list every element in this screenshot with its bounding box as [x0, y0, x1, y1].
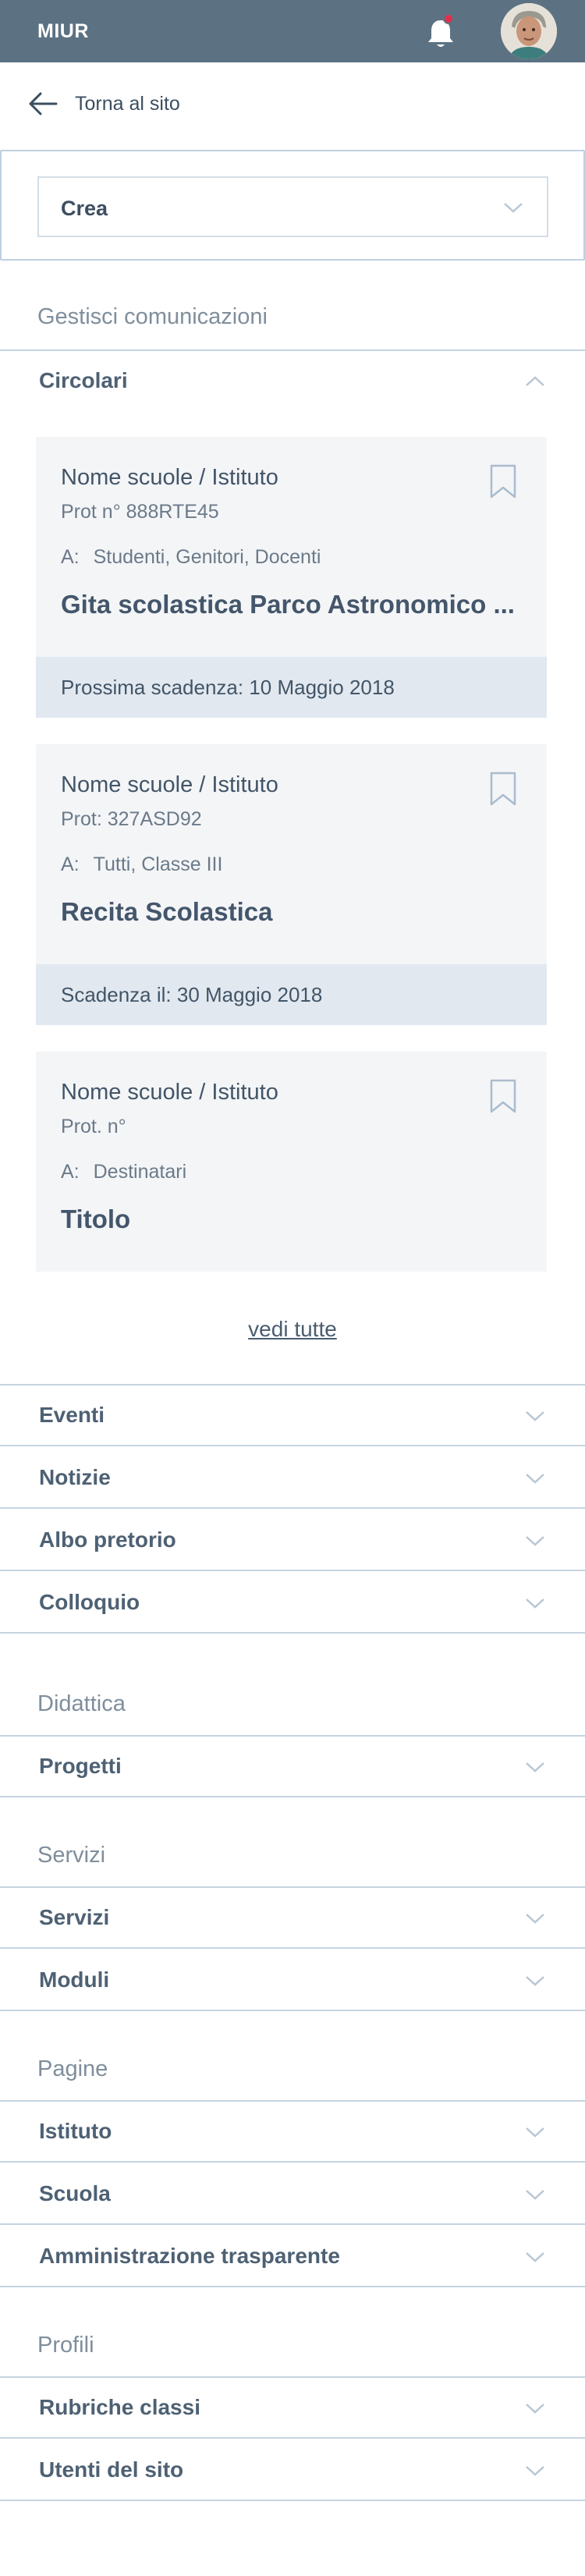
card-prot: Prot n° 888RTE45: [61, 501, 219, 523]
accordion-istituto[interactable]: Istituto: [0, 2102, 585, 2163]
recipients-list: Destinatari: [93, 1161, 187, 1183]
back-link-label: Torna al sito: [75, 93, 180, 115]
create-panel: Crea: [0, 150, 585, 261]
chevron-up-icon: [526, 376, 544, 386]
accordion-rubriche-classi[interactable]: Rubriche classi: [0, 2378, 585, 2439]
accordion-utenti-del-sito[interactable]: Utenti del sito: [0, 2440, 585, 2501]
card-recipients: A: Studenti, Genitori, Docenti: [61, 546, 321, 569]
accordion-label: Rubriche classi: [39, 2395, 200, 2419]
notification-dot: [443, 13, 454, 24]
card-deadline: Prossima scadenza: 10 Maggio 2018: [36, 657, 547, 718]
card-school: Nome scuole / Istituto: [61, 465, 278, 490]
accordion-label: Moduli: [39, 1967, 110, 1992]
chevron-down-icon: [526, 2190, 544, 2200]
recipients-prefix: A:: [61, 546, 80, 568]
circular-card[interactable]: Nome scuole / Istituto Prot. n° A: Destin…: [36, 1052, 547, 1272]
accordion-colloquio[interactable]: Colloquio: [0, 1573, 585, 1634]
card-prot: Prot: 327ASD92: [61, 808, 202, 830]
brand-logo[interactable]: MIUR: [37, 20, 89, 43]
recipients-prefix: A:: [61, 1161, 80, 1183]
deadline-text: Scadenza il: 30 Maggio 2018: [61, 983, 323, 1006]
accordion-label: Albo pretorio: [39, 1528, 176, 1552]
chevron-down-icon: [526, 2127, 544, 2138]
section-heading-didattica: Didattica: [37, 1691, 126, 1716]
card-recipients: A: Tutti, Classe III: [61, 853, 222, 876]
accordion-label: Istituto: [39, 2119, 112, 2143]
section-heading-servizi: Servizi: [37, 1843, 106, 1868]
card-title: Recita Scolastica: [61, 897, 273, 926]
chevron-down-icon: [526, 2404, 544, 2414]
accordion-label: Eventi: [39, 1403, 105, 1427]
accordion-albo-pretorio[interactable]: Albo pretorio: [0, 1510, 585, 1571]
section-heading-profili: Profili: [37, 2333, 94, 2358]
chevron-down-icon: [526, 1598, 544, 1609]
chevron-down-icon: [526, 2252, 544, 2262]
bookmark-icon[interactable]: [489, 1078, 517, 1114]
chevron-down-icon: [526, 1914, 544, 1924]
top-bar: MIUR: [0, 0, 585, 62]
chevron-down-icon: [504, 203, 523, 213]
accordion-amministrazione-trasparente[interactable]: Amministrazione trasparente: [0, 2227, 585, 2287]
bell-icon[interactable]: [421, 13, 460, 53]
avatar[interactable]: [501, 3, 557, 59]
card-school: Nome scuole / Istituto: [61, 772, 278, 797]
accordion-label: Colloquio: [39, 1590, 140, 1614]
create-select[interactable]: Crea: [37, 176, 548, 237]
recipients-prefix: A:: [61, 853, 80, 875]
accordion-label: Progetti: [39, 1754, 122, 1778]
recipients-list: Studenti, Genitori, Docenti: [93, 546, 321, 568]
create-select-value: Crea: [61, 197, 108, 220]
card-school: Nome scuole / Istituto: [61, 1080, 278, 1105]
accordion-circolari[interactable]: Circolari: [0, 351, 585, 412]
back-link[interactable]: Torna al sito: [28, 88, 262, 119]
card-recipients: A: Destinatari: [61, 1161, 186, 1183]
recipients-list: Tutti, Classe III: [93, 853, 223, 875]
chevron-down-icon: [526, 1762, 544, 1772]
accordion-label: Circolari: [39, 368, 128, 392]
accordion-notizie[interactable]: Notizie: [0, 1448, 585, 1509]
accordion-moduli[interactable]: Moduli: [0, 1950, 585, 2011]
deadline-text: Prossima scadenza: 10 Maggio 2018: [61, 676, 395, 699]
accordion-servizi[interactable]: Servizi: [0, 1888, 585, 1949]
chevron-down-icon: [526, 1536, 544, 1546]
circular-card[interactable]: Nome scuole / Istituto Prot n° 888RTE45 …: [36, 437, 547, 718]
chevron-down-icon: [526, 1474, 544, 1484]
card-title: Gita scolastica Parco Astronomico ...: [61, 590, 515, 619]
accordion-label: Servizi: [39, 1905, 110, 1929]
chevron-down-icon: [526, 2466, 544, 2476]
bookmark-icon[interactable]: [489, 463, 517, 499]
circular-card[interactable]: Nome scuole / Istituto Prot: 327ASD92 A:…: [36, 744, 547, 1025]
card-deadline: Scadenza il: 30 Maggio 2018: [36, 964, 547, 1025]
accordion-progetti[interactable]: Progetti: [0, 1737, 585, 1797]
chevron-down-icon: [526, 1411, 544, 1421]
accordion-label: Utenti del sito: [39, 2457, 184, 2482]
accordion-label: Amministrazione trasparente: [39, 2244, 340, 2268]
accordion-scuola[interactable]: Scuola: [0, 2164, 585, 2225]
accordion-eventi[interactable]: Eventi: [0, 1386, 585, 1446]
section-heading-pagine: Pagine: [37, 2056, 108, 2081]
arrow-left-icon: [29, 92, 58, 115]
accordion-label: Notizie: [39, 1465, 111, 1489]
bookmark-icon[interactable]: [489, 771, 517, 807]
chevron-down-icon: [526, 1976, 544, 1986]
card-prot: Prot. n°: [61, 1116, 126, 1137]
card-title: Titolo: [61, 1205, 131, 1233]
see-all-link[interactable]: vedi tutte: [0, 1317, 585, 1342]
accordion-label: Scuola: [39, 2181, 111, 2205]
section-heading-gestisci: Gestisci comunicazioni: [37, 304, 268, 329]
